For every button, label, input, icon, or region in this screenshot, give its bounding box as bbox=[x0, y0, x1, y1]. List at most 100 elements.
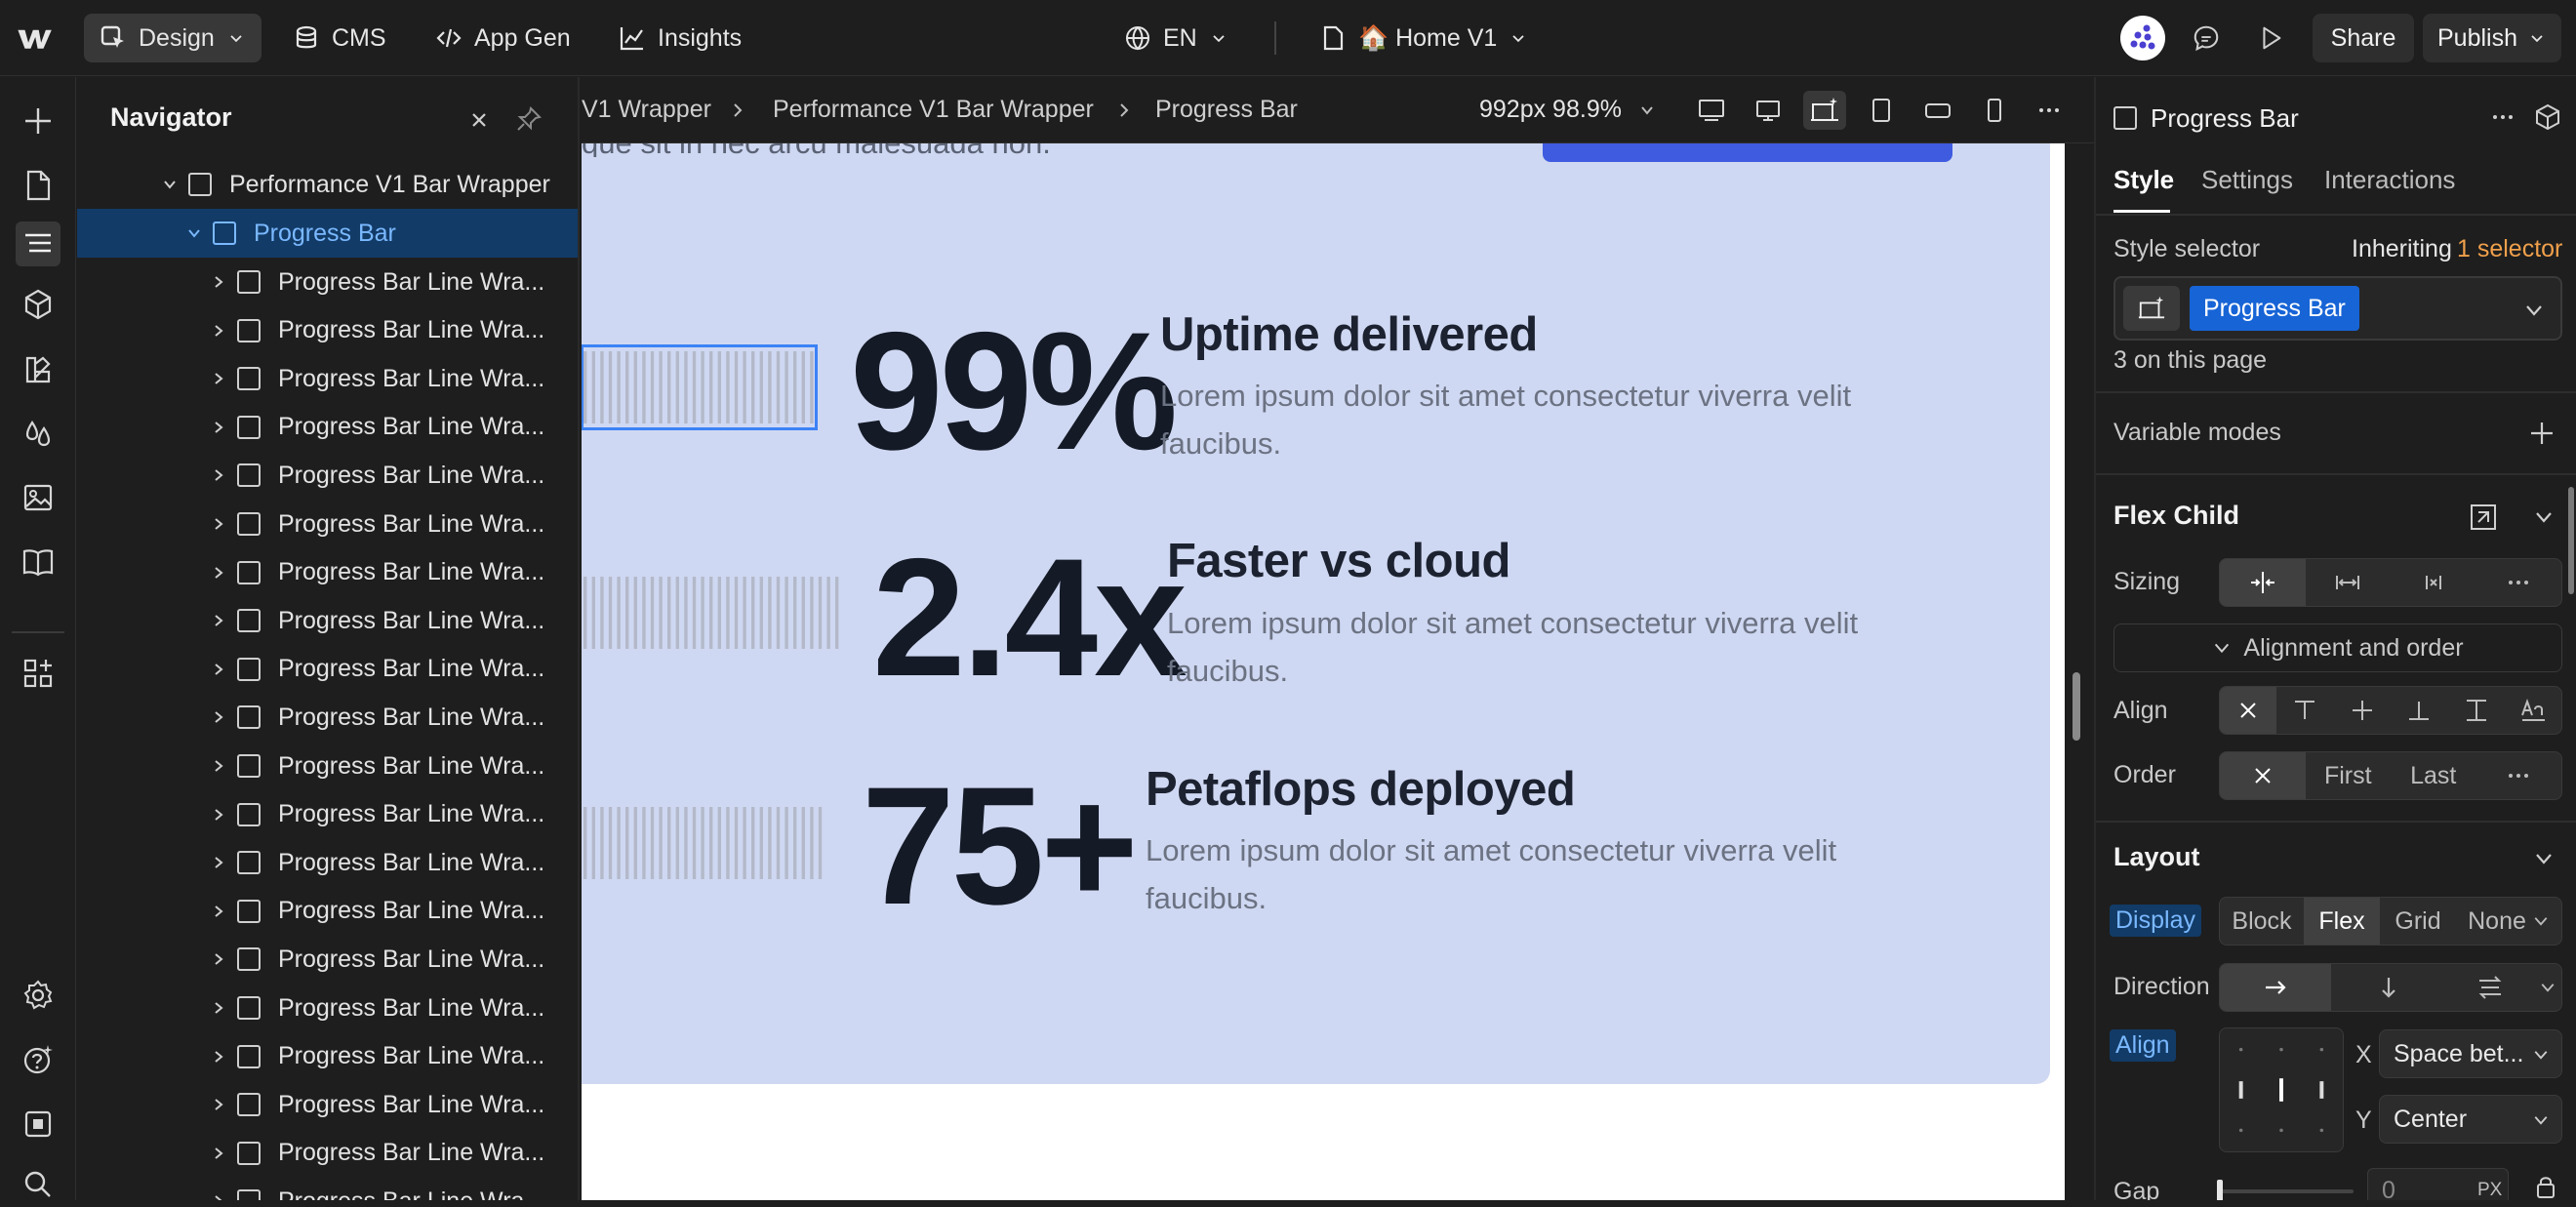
page-select[interactable]: 🏠 Home V1 bbox=[1304, 14, 1544, 62]
component-icon[interactable] bbox=[2533, 102, 2562, 132]
tree-item-child[interactable]: Progress Bar Line Wra... bbox=[77, 742, 578, 790]
align-items-label[interactable]: Align bbox=[2110, 1029, 2176, 1062]
align-end-icon[interactable] bbox=[2391, 687, 2448, 734]
gap-slider-handle[interactable] bbox=[2217, 1180, 2223, 1200]
tree-item-child[interactable]: Progress Bar Line Wra... bbox=[77, 645, 578, 694]
tree-item-child[interactable]: Progress Bar Line Wra... bbox=[77, 790, 578, 839]
publish-button[interactable]: Publish bbox=[2423, 14, 2561, 62]
chevron-down-icon[interactable] bbox=[1637, 101, 1657, 120]
grow-icon[interactable] bbox=[2306, 559, 2392, 606]
canvas-scrollbar[interactable] bbox=[2073, 672, 2080, 741]
breadcrumb-item[interactable]: Progress Bar bbox=[1155, 96, 1298, 124]
direction-row-icon[interactable] bbox=[2220, 964, 2331, 1011]
tree-item-parent[interactable]: Performance V1 Bar Wrapper bbox=[77, 160, 578, 209]
alignment-grid[interactable] bbox=[2219, 1027, 2344, 1152]
chevron-right-icon[interactable] bbox=[210, 999, 227, 1017]
chevron-right-icon[interactable] bbox=[210, 1048, 227, 1066]
display-label[interactable]: Display bbox=[2110, 905, 2201, 937]
no-shrink-icon[interactable] bbox=[2391, 559, 2476, 606]
style-guide-icon[interactable] bbox=[16, 346, 60, 391]
book-icon[interactable] bbox=[16, 540, 60, 584]
display-option-block[interactable]: Block bbox=[2220, 898, 2304, 945]
gap-input[interactable]: 0 PX bbox=[2367, 1168, 2509, 1200]
comments-icon[interactable] bbox=[2188, 20, 2225, 57]
chevron-right-icon[interactable] bbox=[210, 806, 227, 824]
progress-bar[interactable] bbox=[582, 801, 828, 885]
assets-image-icon[interactable] bbox=[16, 475, 60, 520]
chevron-right-icon[interactable] bbox=[210, 1192, 227, 1200]
display-option-grid[interactable]: Grid bbox=[2380, 898, 2456, 945]
tree-item-child[interactable]: Progress Bar Line Wra... bbox=[77, 1032, 578, 1081]
more-options-icon[interactable] bbox=[2476, 559, 2562, 606]
tree-item-child[interactable]: Progress Bar Line Wra... bbox=[77, 984, 578, 1032]
tab-settings[interactable]: Settings bbox=[2201, 165, 2293, 195]
cms-button[interactable]: CMS bbox=[277, 14, 402, 62]
desktop-icon[interactable] bbox=[1747, 91, 1790, 130]
direction-wrap-icon[interactable] bbox=[2446, 964, 2534, 1011]
tree-item-child[interactable]: Progress Bar Line Wra... bbox=[77, 451, 578, 500]
settings-gear-icon[interactable] bbox=[16, 973, 60, 1018]
design-mode-button[interactable]: Design bbox=[84, 14, 262, 62]
tree-item-child[interactable]: Progress Bar Line Wra... bbox=[77, 838, 578, 887]
chevron-right-icon[interactable] bbox=[210, 903, 227, 920]
direction-column-icon[interactable] bbox=[2331, 964, 2446, 1011]
help-icon[interactable] bbox=[16, 1037, 60, 1082]
order-first-option[interactable]: First bbox=[2306, 752, 2392, 799]
shrink-icon[interactable] bbox=[2220, 559, 2306, 606]
align-center-icon[interactable] bbox=[2333, 687, 2391, 734]
chevron-right-icon[interactable] bbox=[210, 564, 227, 582]
tree-item-child[interactable]: Progress Bar Line Wra... bbox=[77, 1177, 578, 1200]
progress-bar[interactable] bbox=[582, 571, 840, 655]
chevron-down-icon[interactable] bbox=[2523, 300, 2545, 321]
breadcrumb-item[interactable]: V1 Wrapper bbox=[582, 96, 711, 124]
tree-item-child[interactable]: Progress Bar Line Wra... bbox=[77, 500, 578, 548]
chevron-right-icon[interactable] bbox=[210, 854, 227, 871]
align-stretch-icon[interactable] bbox=[2448, 687, 2506, 734]
more-options-icon[interactable] bbox=[2476, 752, 2562, 799]
chevron-down-icon[interactable] bbox=[161, 176, 179, 193]
tablet-icon[interactable] bbox=[1860, 91, 1903, 130]
tree-item-child[interactable]: Progress Bar Line Wra... bbox=[77, 258, 578, 306]
chevron-right-icon[interactable] bbox=[210, 1096, 227, 1113]
align-items-select[interactable]: Center bbox=[2379, 1095, 2562, 1144]
performance-section[interactable]: que sit in nec arcu malesuada non. 99% U… bbox=[582, 143, 2050, 1084]
selector-field[interactable]: Progress Bar bbox=[2113, 276, 2562, 341]
display-option-flex[interactable]: Flex bbox=[2304, 898, 2380, 945]
avatar[interactable] bbox=[2119, 15, 2166, 61]
tree-item-child[interactable]: Progress Bar Line Wra... bbox=[77, 1080, 578, 1129]
chevron-right-icon[interactable] bbox=[210, 370, 227, 387]
gap-unit[interactable]: PX bbox=[2477, 1180, 2502, 1200]
chevron-right-icon[interactable] bbox=[210, 757, 227, 775]
viewport-size[interactable]: 992px 98.9% bbox=[1479, 96, 1622, 124]
share-button[interactable]: Share bbox=[2313, 14, 2414, 62]
selector-chip[interactable]: Progress Bar bbox=[2190, 286, 2359, 331]
base-breakpoint-icon[interactable] bbox=[1803, 91, 1846, 130]
parent-flex-icon[interactable] bbox=[2469, 503, 2498, 532]
design-canvas[interactable]: V1 Wrapper Performance V1 Bar Wrapper Pr… bbox=[582, 77, 2094, 1200]
chevron-right-icon[interactable] bbox=[210, 612, 227, 629]
tree-item-child[interactable]: Progress Bar Line Wra... bbox=[77, 403, 578, 452]
tree-item-child[interactable]: Progress Bar Line Wra... bbox=[77, 1129, 578, 1178]
variables-drops-icon[interactable] bbox=[16, 411, 60, 456]
panel-scrollbar[interactable] bbox=[2568, 487, 2574, 594]
pages-icon[interactable] bbox=[16, 163, 60, 208]
app-gen-button[interactable]: App Gen bbox=[420, 14, 586, 62]
mobile-landscape-icon[interactable] bbox=[1916, 91, 1959, 130]
inheriting-selector-link[interactable]: 1 selector bbox=[2457, 235, 2562, 263]
chevron-right-icon[interactable] bbox=[210, 419, 227, 436]
progress-bar[interactable] bbox=[582, 344, 818, 430]
chevron-down-icon[interactable] bbox=[185, 224, 203, 242]
locale-select[interactable]: EN bbox=[1108, 14, 1244, 62]
order-none-icon[interactable] bbox=[2220, 752, 2306, 799]
align-none-icon[interactable] bbox=[2220, 687, 2276, 734]
stop-square-icon[interactable] bbox=[16, 1102, 60, 1147]
tree-item-child[interactable]: Progress Bar Line Wra... bbox=[77, 935, 578, 984]
tree-item-child[interactable]: Progress Bar Line Wra... bbox=[77, 887, 578, 936]
breadcrumb-item[interactable]: Performance V1 Bar Wrapper bbox=[773, 96, 1094, 124]
lock-icon[interactable] bbox=[2533, 1174, 2558, 1199]
chevron-down-icon[interactable] bbox=[2533, 848, 2555, 869]
tree-item-child[interactable]: Progress Bar Line Wra... bbox=[77, 306, 578, 355]
alignment-order-toggle[interactable]: Alignment and order bbox=[2113, 624, 2562, 672]
more-options-icon[interactable] bbox=[2028, 91, 2071, 130]
tree-item-child[interactable]: Progress Bar Line Wra... bbox=[77, 354, 578, 403]
